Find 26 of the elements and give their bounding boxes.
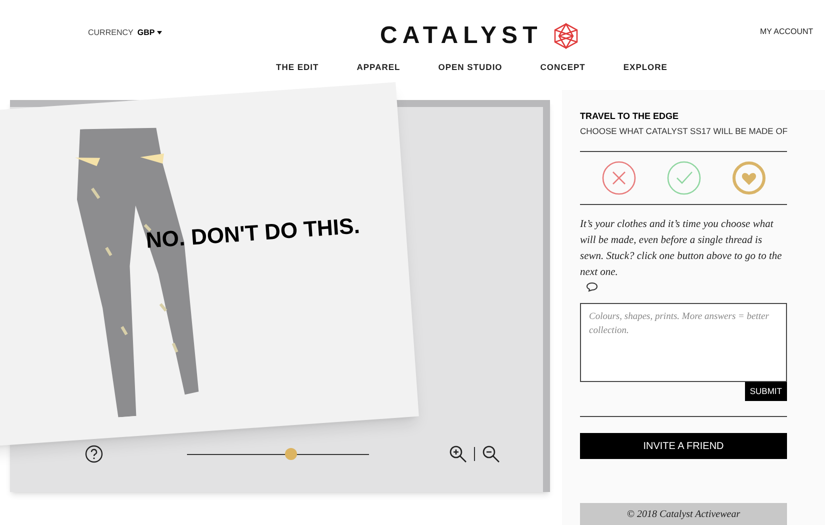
zoom-out-icon[interactable]	[482, 445, 500, 463]
zoom-in-icon[interactable]	[449, 445, 467, 463]
nav-link[interactable]: EXPLORE	[623, 61, 668, 74]
help-icon[interactable]	[85, 445, 103, 463]
currency-dropdown[interactable]: GBP	[137, 27, 162, 39]
nav-link[interactable]: CONCEPT	[540, 61, 586, 74]
panel-title: TRAVEL TO THE EDGE	[580, 110, 680, 123]
panel-subtitle: CHOOSE WHAT CATALYST SS17 WILL BE MADE OF	[580, 124, 789, 138]
footer-bar: © 2018 Catalyst Activewear	[580, 503, 787, 525]
accept-check-icon[interactable]	[666, 161, 700, 196]
crystal-logo-icon	[554, 23, 578, 49]
answer-box[interactable]: Colours, shapes, prints. More answers = better collection.	[580, 303, 787, 382]
invite-button[interactable]: INVITE A FRIEND	[580, 433, 787, 460]
nav-link[interactable]: THE EDIT	[276, 61, 319, 74]
currency-label: CURRENCY	[88, 27, 134, 39]
my-account-link[interactable]: MY ACCOUNT	[760, 26, 814, 38]
submit-button[interactable]: SUBMIT	[744, 382, 787, 402]
logo-text[interactable]: CATALYST	[380, 18, 542, 54]
nav-link[interactable]: OPEN STUDIO	[438, 61, 502, 74]
nav-link[interactable]: APPAREL	[356, 61, 400, 74]
caret-icon[interactable]	[156, 31, 162, 35]
reject-x-icon[interactable]	[602, 161, 636, 196]
card-caption: NO. DON'T DO THIS.	[144, 212, 361, 255]
zoom-slider[interactable]	[187, 448, 369, 460]
speech-bubble-icon[interactable]	[586, 282, 598, 292]
intro-paragraph: It’s your clothes and it’s time you choose what will be made, even before a single thread is sewn. Stuck? click one button above to go to the next one.	[580, 218, 783, 280]
